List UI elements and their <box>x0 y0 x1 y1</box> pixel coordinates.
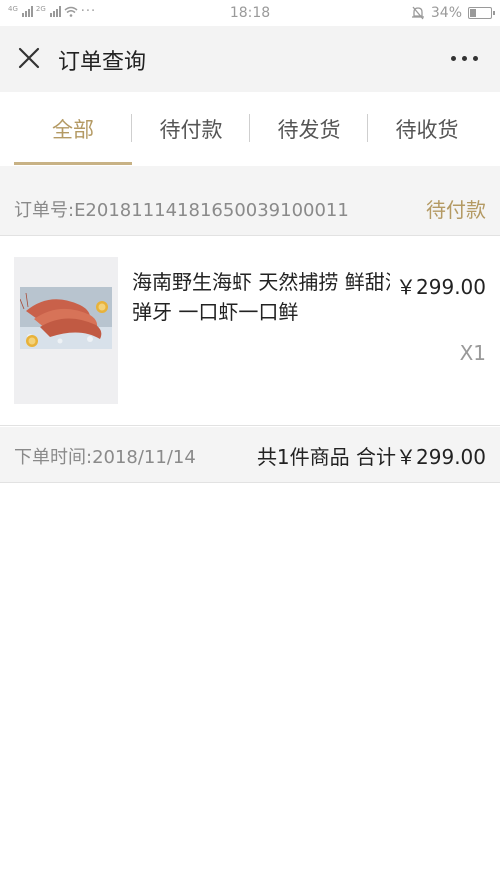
section-gap <box>0 166 500 178</box>
tab-pending-payment[interactable]: 待付款 <box>132 92 250 166</box>
tab-all[interactable]: 全部 <box>14 92 132 166</box>
order-number: 订单号:E2018111418165003910001​1 <box>14 200 349 221</box>
close-icon[interactable] <box>16 45 42 71</box>
status-right: 34% <box>411 5 495 21</box>
order-footer: 下单时间:2018/11/14 共1件商品 合计￥299.00 <box>0 427 500 483</box>
page-title: 订单查询 <box>58 50 147 75</box>
tab-pending-shipment[interactable]: 待发货 <box>250 92 368 166</box>
tab-label: 待收货 <box>395 118 459 142</box>
order-time: 下单时间:2018/11/14 <box>14 447 196 468</box>
tab-pending-receipt[interactable]: 待收货 <box>368 92 486 166</box>
nav-bar: 订单查询 <box>0 26 500 92</box>
tab-label: 待发货 <box>277 118 341 142</box>
order-tabs: 全部 待付款 待发货 待收货 <box>0 92 500 166</box>
active-tab-indicator <box>14 162 132 165</box>
more-icon[interactable] <box>451 56 478 61</box>
battery-icon <box>468 7 495 19</box>
tab-label: 待付款 <box>159 118 223 142</box>
product-image <box>14 257 118 404</box>
battery-level <box>470 9 476 17</box>
order-item[interactable]: 海南野生海虾 天然捕捞 鲜甜滑嫩 紧实弹牙 一口虾一口鲜 ￥299.00 X1 <box>0 237 500 426</box>
order-header[interactable]: 订单号:E2018111418165003910001​1 待付款 <box>0 178 500 236</box>
tab-label: 全部 <box>52 118 94 142</box>
status-bar: 4G 2G ··· 18:18 34% <box>0 0 500 26</box>
shrimp-image <box>20 287 112 349</box>
product-price: ￥299.00 <box>390 271 486 300</box>
product-quantity: X1 <box>459 341 486 365</box>
alarm-off-icon <box>411 6 424 20</box>
battery-percent: 34% <box>430 5 462 21</box>
order-status: 待付款 <box>426 198 486 222</box>
order-total: 共1件商品 合计￥299.00 <box>256 445 486 469</box>
